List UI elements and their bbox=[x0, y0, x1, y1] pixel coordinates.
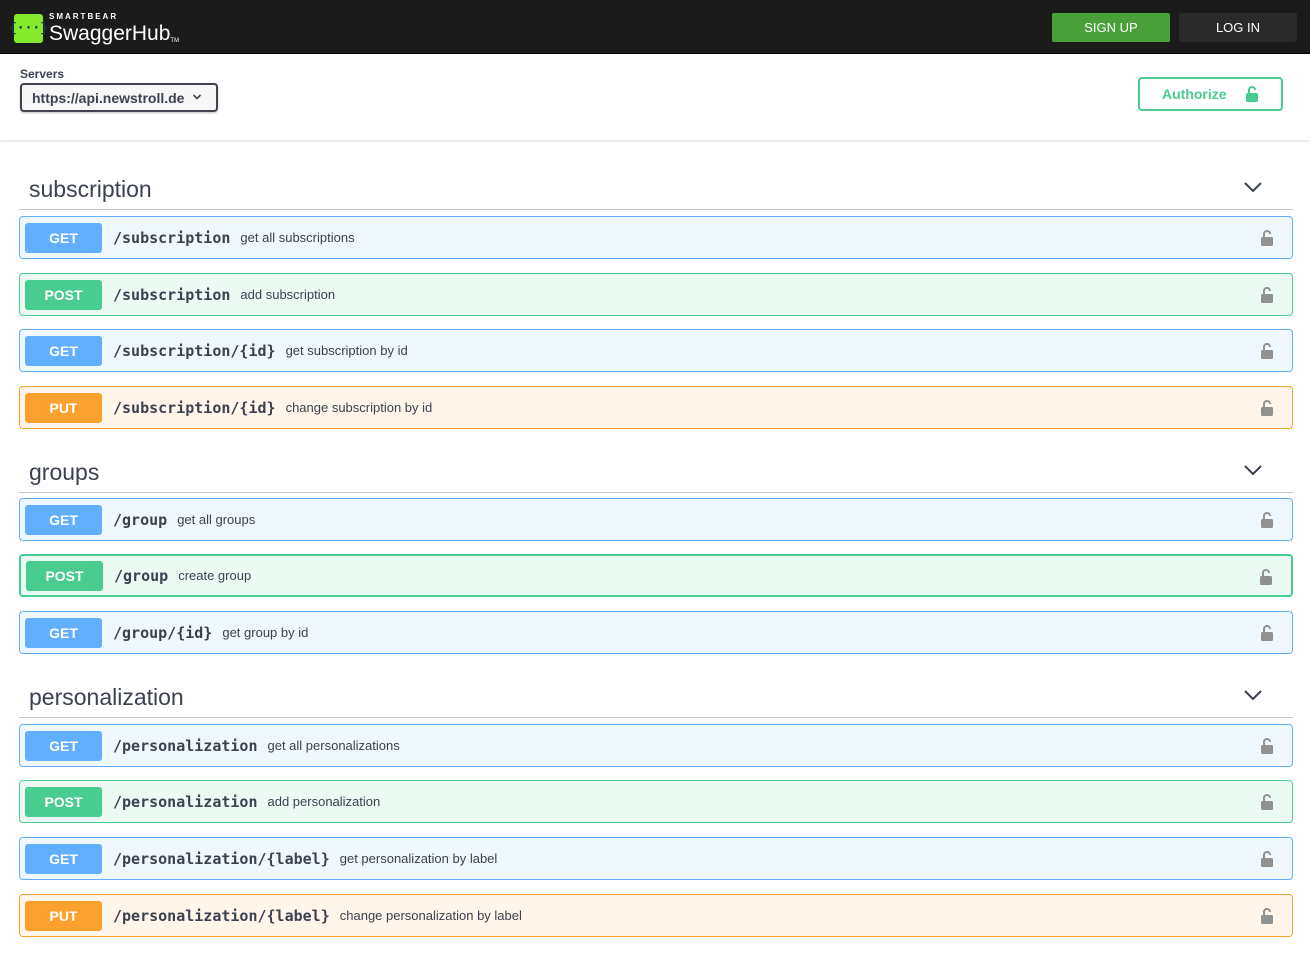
method-badge: GET bbox=[25, 730, 102, 761]
operation-summary: add personalization bbox=[267, 794, 381, 809]
operation-post-subscription[interactable]: POST /subscription add subscription bbox=[19, 273, 1293, 316]
section-title: groups bbox=[29, 459, 100, 485]
method-badge: GET bbox=[25, 222, 102, 253]
method-badge: GET bbox=[25, 335, 102, 366]
chevron-down-icon[interactable] bbox=[1243, 180, 1263, 194]
lock-icon[interactable] bbox=[1260, 286, 1274, 304]
operation-summary: get group by id bbox=[222, 625, 309, 640]
operation-get-personalization-by-label[interactable]: GET /personalization/{label} get persona… bbox=[19, 837, 1293, 880]
lock-icon[interactable] bbox=[1259, 568, 1273, 586]
log-in-button[interactable]: LOG IN bbox=[1179, 13, 1297, 42]
operation-get-group-by-id[interactable]: GET /group/{id} get group by id bbox=[19, 611, 1293, 654]
logo-brand: SMARTBEAR bbox=[49, 11, 119, 21]
logo-product: SwaggerHubTM bbox=[49, 23, 179, 44]
operation-summary: get personalization by label bbox=[339, 851, 498, 866]
chevron-down-icon bbox=[192, 94, 202, 100]
method-badge: GET bbox=[25, 504, 102, 535]
section-subscription[interactable]: subscription bbox=[19, 166, 1293, 210]
lock-icon[interactable] bbox=[1260, 737, 1274, 755]
operation-path: /group bbox=[113, 510, 168, 529]
operation-put-personalization-by-label[interactable]: PUT /personalization/{label} change pers… bbox=[19, 894, 1293, 937]
operation-summary: change subscription by id bbox=[285, 400, 433, 415]
method-badge: GET bbox=[25, 617, 102, 648]
operation-summary: get all groups bbox=[177, 512, 256, 527]
lock-icon[interactable] bbox=[1260, 342, 1274, 360]
logo-tm: TM bbox=[170, 37, 180, 44]
operation-post-personalization[interactable]: POST /personalization add personalizatio… bbox=[19, 780, 1293, 823]
operation-path: /personalization bbox=[113, 736, 258, 755]
method-badge: POST bbox=[26, 560, 103, 591]
lock-icon[interactable] bbox=[1260, 907, 1274, 925]
method-badge: GET bbox=[25, 843, 102, 874]
chevron-down-icon[interactable] bbox=[1243, 688, 1263, 702]
operation-get-subscription-by-id[interactable]: GET /subscription/{id} get subscription … bbox=[19, 329, 1293, 372]
servers-area: Servers https://api.newstroll.de Authori… bbox=[0, 54, 1310, 141]
servers-select[interactable]: https://api.newstroll.de bbox=[20, 83, 218, 112]
operation-path: /personalization bbox=[113, 792, 258, 811]
logo-product-name: SwaggerHub bbox=[49, 21, 171, 45]
method-badge: PUT bbox=[25, 392, 102, 423]
method-badge: POST bbox=[25, 786, 102, 817]
operation-put-subscription-by-id[interactable]: PUT /subscription/{id} change subscripti… bbox=[19, 386, 1293, 429]
operation-path: /subscription/{id} bbox=[113, 341, 276, 360]
operation-path: /group bbox=[114, 566, 169, 585]
operation-path: /subscription bbox=[113, 285, 231, 304]
operation-path: /group/{id} bbox=[113, 623, 213, 642]
section-personalization[interactable]: personalization bbox=[19, 674, 1293, 718]
sign-up-button[interactable]: SIGN UP bbox=[1052, 13, 1170, 42]
operation-get-groups[interactable]: GET /group get all groups bbox=[19, 498, 1293, 541]
top-bar: {···} SMARTBEAR SwaggerHubTM SIGN UP LOG… bbox=[0, 0, 1310, 54]
operation-summary: create group bbox=[178, 568, 252, 583]
swaggerhub-logo[interactable]: {···} SMARTBEAR SwaggerHubTM bbox=[9, 11, 179, 44]
operation-summary: get subscription by id bbox=[285, 343, 408, 358]
operation-summary: change personalization by label bbox=[339, 908, 522, 923]
operation-get-personalizations[interactable]: GET /personalization get all personaliza… bbox=[19, 724, 1293, 767]
operation-path: /personalization/{label} bbox=[113, 849, 330, 868]
operation-path: /subscription/{id} bbox=[113, 398, 276, 417]
lock-icon[interactable] bbox=[1260, 399, 1274, 417]
authorize-button[interactable]: Authorize bbox=[1138, 77, 1283, 111]
lock-icon[interactable] bbox=[1260, 511, 1274, 529]
lock-icon[interactable] bbox=[1260, 850, 1274, 868]
servers-label: Servers bbox=[20, 67, 65, 81]
lock-icon[interactable] bbox=[1260, 793, 1274, 811]
lock-icon[interactable] bbox=[1260, 624, 1274, 642]
servers-selected-value: https://api.newstroll.de bbox=[32, 89, 185, 106]
chevron-down-icon[interactable] bbox=[1243, 463, 1263, 477]
operation-post-group[interactable]: POST /group create group bbox=[19, 554, 1293, 597]
section-groups[interactable]: groups bbox=[19, 449, 1293, 493]
logo-icon: {···} bbox=[9, 13, 48, 43]
operation-summary: get all personalizations bbox=[267, 738, 400, 753]
operation-summary: get all subscriptions bbox=[240, 230, 355, 245]
authorize-label: Authorize bbox=[1162, 86, 1227, 102]
method-badge: PUT bbox=[25, 900, 102, 931]
operation-get-subscription[interactable]: GET /subscription get all subscriptions bbox=[19, 216, 1293, 259]
operation-path: /personalization/{label} bbox=[113, 906, 330, 925]
logo-text: SMARTBEAR SwaggerHubTM bbox=[49, 11, 179, 44]
operation-path: /subscription bbox=[113, 228, 231, 247]
operation-summary: add subscription bbox=[240, 287, 336, 302]
lock-icon[interactable] bbox=[1260, 229, 1274, 247]
section-title: subscription bbox=[29, 176, 152, 202]
method-badge: POST bbox=[25, 279, 102, 310]
unlocked-icon bbox=[1246, 86, 1258, 102]
section-title: personalization bbox=[29, 684, 184, 710]
